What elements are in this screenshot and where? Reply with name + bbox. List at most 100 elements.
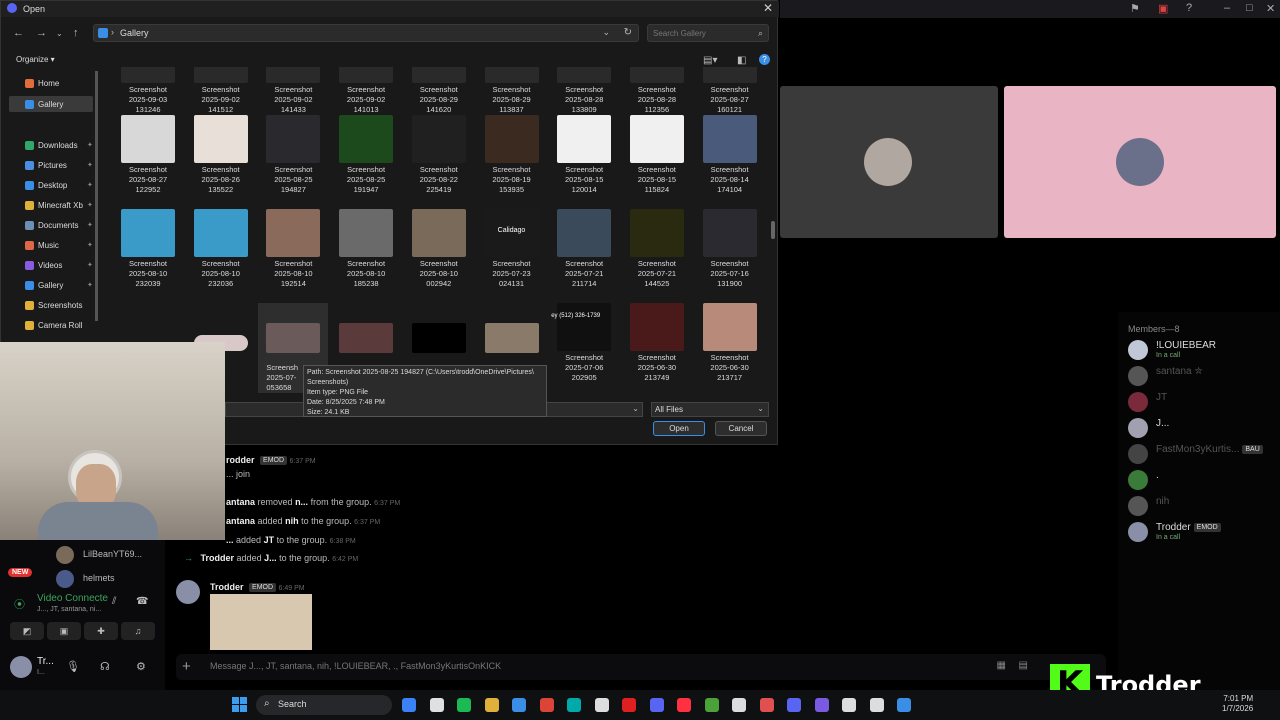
nav-item-music[interactable]: Music ✦: [25, 241, 93, 251]
taskbar-app-icon[interactable]: [787, 698, 801, 712]
member-item[interactable]: !LOUIEBEAR In a call: [1126, 338, 1276, 362]
up-icon[interactable]: ↑: [73, 27, 79, 39]
nav-item-videos[interactable]: Videos ✦: [25, 261, 93, 271]
headphones-icon[interactable]: ☊: [100, 660, 110, 673]
gif-icon[interactable]: ▤: [1019, 660, 1028, 671]
nav-item-downloads[interactable]: Downloads ✦: [25, 141, 93, 151]
nav-item-pictures[interactable]: Pictures ✦: [25, 161, 93, 171]
add-attachment-icon[interactable]: +: [182, 658, 191, 675]
taskbar-app-icon[interactable]: [677, 698, 691, 712]
disconnect-icon[interactable]: ☎: [136, 596, 148, 607]
chevron-down-icon[interactable]: ⌄: [632, 404, 639, 413]
taskbar-app-icon[interactable]: [567, 698, 581, 712]
nav-item-screenshots[interactable]: Screenshots: [25, 301, 82, 311]
file-tile[interactable]: Screenshot 2025-08-14 174104: [695, 115, 765, 209]
preview-pane-icon[interactable]: ◧: [737, 55, 746, 66]
nav-scrollbar[interactable]: [95, 71, 98, 321]
back-icon[interactable]: ←: [13, 27, 24, 39]
avatar[interactable]: [56, 570, 74, 588]
system-clock[interactable]: 7:01 PM 1/7/2026: [1222, 694, 1253, 714]
file-tile[interactable]: Screenshot 2025-08-15 120014: [549, 115, 619, 209]
file-tile[interactable]: Screenshot 2025-08-22 225419: [404, 115, 474, 209]
noise-suppression-icon[interactable]: ⫽: [112, 596, 116, 607]
file-tile[interactable]: Screenshot 2025-07-21 144525: [622, 209, 692, 303]
member-item[interactable]: .: [1126, 468, 1276, 492]
camera-button[interactable]: ◩: [10, 622, 44, 640]
microphone-icon[interactable]: 🎙: [66, 660, 80, 673]
help-icon[interactable]: ?: [1186, 2, 1192, 14]
close-icon[interactable]: ✕: [763, 1, 773, 15]
taskbar-app-icon[interactable]: [704, 698, 719, 712]
nav-item-documents[interactable]: Documents ✦: [25, 221, 93, 231]
address-path[interactable]: Gallery: [120, 28, 149, 38]
close-icon[interactable]: ✕: [1266, 2, 1275, 15]
dm-item[interactable]: helmets: [83, 573, 115, 583]
taskbar-app-icon[interactable]: [594, 698, 609, 712]
member-item[interactable]: nih: [1126, 494, 1276, 518]
file-tile[interactable]: Screenshot 2025-08-26 135522: [186, 115, 256, 209]
organize-button[interactable]: Organize ▾: [16, 55, 55, 64]
gift-icon[interactable]: ▦: [997, 660, 1006, 671]
file-tile[interactable]: Screenshot 2025-08-10 232039: [113, 209, 183, 303]
scroll-thumb[interactable]: [771, 221, 775, 239]
member-item[interactable]: FastMon3yKurtis... BAU: [1126, 442, 1276, 466]
file-tile[interactable]: Calidago Screenshot 2025-07-23 024131: [477, 209, 547, 303]
taskbar-search[interactable]: ⌕ Search: [256, 695, 392, 715]
file-tile[interactable]: Screenshot 2025-07-16 131900: [695, 209, 765, 303]
file-tile[interactable]: Screenshot 2025-08-10 192514: [258, 209, 328, 303]
maximize-icon[interactable]: □: [1246, 2, 1253, 14]
video-tile-1[interactable]: [780, 86, 998, 238]
file-tile[interactable]: Screenshot 2025-08-27 122952: [113, 115, 183, 209]
dm-item[interactable]: LilBeanYT69...: [83, 549, 142, 559]
file-tile[interactable]: ey (512) 326-1739 Screenshot 2025-07-06 202…: [549, 303, 619, 393]
nav-item-home[interactable]: Home: [25, 79, 59, 89]
file-tile[interactable]: Screenshot 2025-08-19 153935: [477, 115, 547, 209]
taskbar-app-icon[interactable]: [842, 698, 856, 712]
open-button[interactable]: Open: [653, 421, 705, 436]
minimize-icon[interactable]: –: [1224, 2, 1230, 14]
help-icon[interactable]: ?: [759, 54, 770, 65]
nav-item-gallery[interactable]: Gallery: [25, 100, 63, 110]
taskbar-app-icon[interactable]: [457, 698, 471, 712]
recent-locations-icon[interactable]: ⌄: [56, 29, 63, 38]
member-item[interactable]: J...: [1126, 416, 1276, 440]
activities-button[interactable]: ✚: [84, 622, 118, 640]
file-tile[interactable]: Screenshot 2025-08-10 002942: [404, 209, 474, 303]
message-author[interactable]: rodder: [226, 455, 255, 465]
inbox-icon[interactable]: ⚑: [1130, 2, 1140, 15]
settings-icon[interactable]: ⚙: [136, 660, 146, 673]
member-item[interactable]: JT: [1126, 390, 1276, 414]
nav-item-camera-roll[interactable]: Camera Roll: [25, 321, 82, 331]
taskbar-app-icon[interactable]: [897, 698, 911, 712]
file-type-select[interactable]: All Files ⌄: [651, 402, 769, 417]
nav-item-minecraft-xb[interactable]: Minecraft Xb ✦: [25, 201, 93, 211]
file-tile[interactable]: Screenshot 2025-08-25 194827: [258, 115, 328, 209]
nav-item-gallery[interactable]: Gallery ✦: [25, 281, 93, 291]
file-tile[interactable]: Screenshot 2025-08-15 115824: [622, 115, 692, 209]
file-tile[interactable]: Screenshot 2025-07-21 211714: [549, 209, 619, 303]
soundboard-button[interactable]: ♫: [121, 622, 155, 640]
taskbar-app-icon[interactable]: [539, 698, 554, 712]
file-tile[interactable]: Screenshot 2025-08-25 191947: [331, 115, 401, 209]
file-tile[interactable]: Screenshot 2025-06-30 213749: [622, 303, 692, 393]
refresh-icon[interactable]: ↻: [624, 27, 632, 38]
windows-start-icon[interactable]: [232, 697, 248, 713]
file-tile[interactable]: Screenshot 2025-08-10 232036: [186, 209, 256, 303]
screen-share-button[interactable]: ▣: [47, 622, 81, 640]
user-avatar[interactable]: [10, 656, 32, 678]
cancel-button[interactable]: Cancel: [715, 421, 767, 436]
taskbar-app-icon[interactable]: [512, 698, 526, 712]
view-options-icon[interactable]: ▤▾: [703, 55, 717, 66]
taskbar-app-icon[interactable]: [649, 698, 664, 712]
taskbar-app-icon[interactable]: [814, 698, 829, 712]
member-item[interactable]: santana ✮: [1126, 364, 1276, 388]
taskbar-app-icon[interactable]: [484, 698, 499, 712]
taskbar-app-icon[interactable]: [622, 698, 636, 712]
avatar[interactable]: [56, 546, 74, 564]
address-bar[interactable]: › Gallery ⌄ ↻: [93, 24, 639, 42]
nav-item-desktop[interactable]: Desktop ✦: [25, 181, 93, 191]
taskbar-app-icon[interactable]: [429, 698, 444, 712]
forward-icon[interactable]: →: [36, 27, 47, 39]
taskbar-app-icon[interactable]: [869, 698, 884, 712]
dropdown-icon[interactable]: ⌄: [602, 27, 610, 38]
